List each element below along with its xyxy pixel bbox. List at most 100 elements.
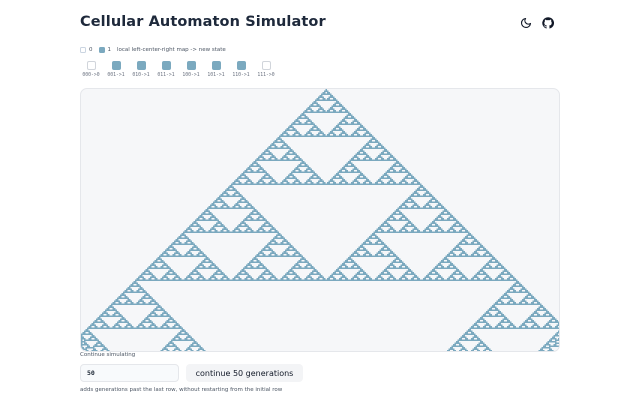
automaton-cell: [184, 242, 186, 244]
automaton-cell: [283, 279, 285, 281]
automaton-cell: [379, 153, 381, 155]
rule-toggle-001[interactable]: 001->1: [105, 61, 127, 78]
automaton-cell: [393, 156, 395, 158]
automaton-cell: [297, 155, 299, 157]
automaton-cell: [217, 270, 219, 272]
automaton-cell: [450, 215, 452, 217]
rule-toggle-box[interactable]: [211, 61, 221, 70]
automaton-cell: [496, 309, 498, 311]
automaton-cell: [253, 267, 255, 269]
automaton-cell: [240, 230, 242, 232]
automaton-cell: [175, 240, 177, 242]
automaton-cell: [130, 285, 132, 287]
automaton-cell: [259, 252, 261, 254]
automaton-cell: [147, 267, 149, 269]
automaton-cell: [337, 270, 339, 272]
automaton-canvas[interactable]: [80, 88, 560, 352]
automaton-cell: [361, 173, 363, 175]
automaton-cell: [388, 279, 390, 281]
automaton-cell: [367, 179, 369, 181]
automaton-cell: [201, 252, 203, 254]
automaton-cell: [381, 249, 383, 251]
automaton-cell: [246, 224, 248, 226]
automaton-cell: [400, 171, 402, 173]
automaton-cell: [147, 269, 149, 271]
automaton-cell: [370, 243, 372, 245]
automaton-cell: [271, 275, 273, 277]
automaton-cell: [166, 314, 168, 316]
automaton-cell: [196, 231, 198, 233]
automaton-cell: [324, 134, 326, 136]
automaton-cell: [195, 255, 197, 257]
rule-toggle-box[interactable]: [161, 61, 171, 70]
automaton-cell: [274, 278, 276, 280]
automaton-cell: [363, 147, 365, 149]
automaton-cell: [442, 206, 444, 208]
automaton-cell: [369, 144, 371, 146]
automaton-cell: [207, 279, 209, 281]
automaton-cell: [472, 254, 474, 256]
automaton-cell: [501, 303, 503, 305]
automaton-cell: [546, 309, 548, 311]
automaton-cell: [388, 156, 390, 158]
automaton-cell: [160, 309, 162, 311]
automaton-cell: [409, 197, 411, 199]
automaton-cell: [442, 267, 444, 269]
automaton-cell: [508, 278, 510, 280]
automaton-cell: [171, 255, 173, 257]
automaton-cell: [369, 156, 371, 158]
automaton-cell: [307, 171, 309, 173]
automaton-cell: [544, 309, 546, 311]
automaton-cell: [178, 242, 180, 244]
automaton-cell: [255, 231, 257, 233]
rule-toggle-box[interactable]: [186, 61, 196, 70]
automaton-cell: [283, 135, 285, 137]
automaton-cell: [270, 224, 272, 226]
automaton-cell: [507, 303, 509, 305]
automaton-cell: [241, 198, 243, 200]
automaton-cell: [400, 279, 402, 281]
rule-toggle-110[interactable]: 110->1: [230, 61, 252, 78]
automaton-cell: [319, 183, 321, 185]
rule-toggle-000[interactable]: 000->0: [80, 61, 102, 78]
automaton-cell: [346, 122, 348, 124]
automaton-cell: [268, 182, 270, 184]
automaton-cell: [141, 300, 143, 302]
automaton-cell: [414, 179, 416, 181]
automaton-cell: [258, 216, 260, 218]
automaton-cell: [258, 164, 260, 166]
automaton-cell: [196, 273, 198, 275]
automaton-grid: [81, 89, 559, 351]
automaton-cell: [321, 107, 323, 109]
automaton-cell: [472, 242, 474, 244]
automaton-cell: [261, 267, 263, 269]
rule-toggle-101[interactable]: 101->1: [205, 61, 227, 78]
automaton-cell: [328, 99, 330, 101]
rule-toggle-box[interactable]: [261, 61, 271, 70]
rule-toggle-box[interactable]: [236, 61, 246, 70]
rule-toggle-box[interactable]: [136, 61, 146, 70]
rule-toggle-box[interactable]: [86, 61, 96, 70]
automaton-cell: [310, 279, 312, 281]
github-icon[interactable]: [540, 15, 556, 31]
rule-toggle-100[interactable]: 100->1: [180, 61, 202, 78]
automaton-cell: [256, 182, 258, 184]
automaton-cell: [490, 306, 492, 308]
automaton-cell: [550, 315, 552, 317]
automaton-cell: [156, 309, 158, 311]
automaton-cell: [189, 255, 191, 257]
automaton-cell: [189, 225, 191, 227]
automaton-cell: [415, 279, 417, 281]
moon-icon[interactable]: [518, 15, 534, 31]
rule-toggle-010[interactable]: 010->1: [130, 61, 152, 78]
automaton-cell: [163, 315, 165, 317]
rule-toggle-011[interactable]: 011->1: [155, 61, 177, 78]
automaton-cell: [396, 279, 398, 281]
automaton-cell: [349, 113, 351, 115]
automaton-cell: [379, 228, 381, 230]
rule-toggle-box[interactable]: [111, 61, 121, 70]
rule-toggle-111[interactable]: 111->0: [255, 61, 277, 78]
automaton-cell: [151, 264, 153, 266]
automaton-cell: [246, 176, 248, 178]
automaton-cell: [261, 168, 263, 170]
